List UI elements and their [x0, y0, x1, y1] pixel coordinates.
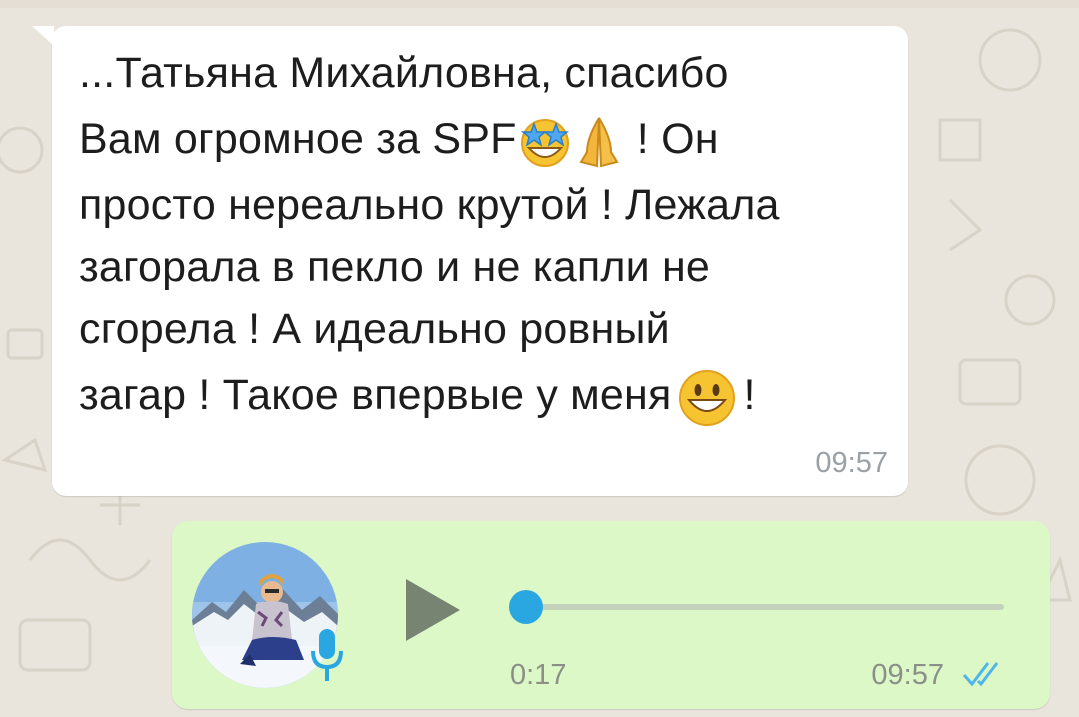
incoming-message-bubble[interactable]: ...Татьяна Михайловна, спасибо Вам огром…: [32, 26, 908, 496]
voice-duration: 0:17: [510, 659, 567, 691]
message-line: загар ! Такое впервые у меня !: [79, 364, 879, 428]
message-line: просто нереально крутой ! Лежала: [79, 181, 780, 229]
bubble-tail: [32, 26, 54, 46]
message-line: ...Татьяна Михайловна, спасибо: [79, 49, 729, 97]
message-line: Вам огромное за SPF ! Он: [79, 108, 879, 170]
progress-knob[interactable]: [509, 590, 543, 624]
message-line: загорала в пекло и не капли не: [79, 243, 711, 291]
star-struck-emoji: [520, 118, 569, 167]
previous-message-edge: [0, 0, 1079, 8]
folded-hands-emoji: [579, 117, 619, 167]
voice-timestamp: 09:57: [871, 659, 944, 691]
progress-track[interactable]: [512, 604, 1004, 610]
message-line: сгорела ! А идеально ровный: [79, 305, 670, 353]
microphone-icon: [311, 629, 343, 681]
voice-message-bubble[interactable]: 0:17 09:57: [172, 521, 1050, 709]
message-timestamp: 09:57: [815, 447, 888, 479]
double-check-icon: [962, 662, 999, 687]
play-icon[interactable]: [404, 579, 462, 641]
message-text: ...Татьяна Михайловна, спасибо Вам огром…: [79, 42, 879, 428]
grinning-face-emoji: [679, 369, 736, 426]
